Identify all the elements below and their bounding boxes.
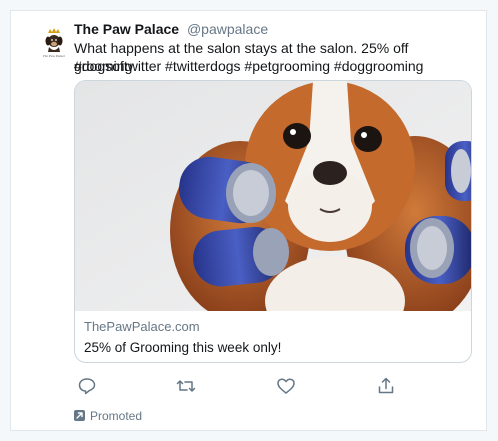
retweet-button[interactable] — [176, 376, 196, 396]
link-card-title: 25% of Grooming this week only! — [84, 340, 282, 355]
tweet-hashtags[interactable]: #dogsoftwitter #twitterdogs #petgrooming… — [74, 57, 423, 75]
share-icon — [378, 377, 394, 394]
like-icon — [277, 378, 295, 394]
reply-icon — [78, 378, 96, 395]
promoted-text: Promoted — [90, 409, 143, 423]
retweet-icon — [176, 380, 196, 392]
dog-crown-logo-icon: The Paw Palace — [43, 28, 66, 58]
tweet-header: The Paw Palace @pawpalace — [74, 20, 268, 38]
avatar[interactable]: The Paw Palace — [33, 23, 75, 65]
share-button[interactable] — [376, 376, 396, 396]
promoted-label[interactable]: Promoted — [74, 409, 142, 423]
tweet-action-bar — [11, 376, 488, 396]
link-preview-card[interactable]: ThePawPalace.com 25% of Grooming this we… — [74, 80, 472, 363]
like-button[interactable] — [276, 376, 296, 396]
promoted-arrow-icon — [74, 410, 85, 421]
link-card-domain: ThePawPalace.com — [84, 319, 200, 334]
user-handle[interactable]: @pawpalace — [187, 21, 268, 37]
reply-button[interactable] — [77, 376, 97, 396]
avatar-logo-text: The Paw Palace — [43, 54, 66, 58]
link-card-image[interactable] — [75, 81, 472, 311]
promoted-tweet-card[interactable]: The Paw Palace The Paw Palace @pawpalace… — [10, 10, 487, 431]
display-name[interactable]: The Paw Palace — [74, 21, 179, 37]
